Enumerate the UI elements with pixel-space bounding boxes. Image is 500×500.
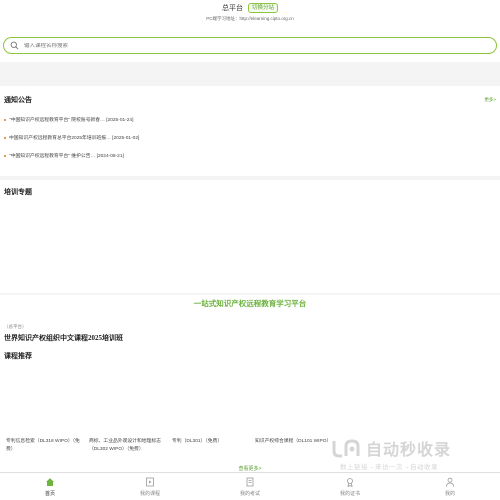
notice-text: "中国知识产权远程教育平台" 院校账号新春… [2025-01-24] [9,118,134,123]
course-name: 知识产权综合课程（DL101 WIPO） [255,439,332,444]
search-bar[interactable] [3,37,497,54]
bullet-icon [4,136,6,139]
course-card[interactable]: 专利（DL301）（免费） [172,438,252,446]
watermark: 自动秒收录 数上链接→来访一次→自动收录 [330,436,500,476]
search-icon [10,41,19,50]
bullet-icon [4,154,6,157]
training-title: 培训专题 [4,188,32,196]
notice-item[interactable]: 中国知识产权远程教育总平台2025年培训班报… [2025-01-02] [4,134,139,141]
recommend-title: 课程推荐 [4,352,32,360]
course-card[interactable]: 专利信息检索（DL318 WIPO）（免费） [6,438,86,454]
course-name: 专利信息检索（DL318 WIPO）（免费） [6,439,80,452]
video-icon [146,477,154,487]
course-name: 专利（DL301）（免费） [172,439,223,444]
notice-title: 通知公告 [4,96,32,104]
training-section: 培训专题 [0,180,500,293]
tab-label: 我的考试 [239,491,260,497]
search-input[interactable] [24,42,424,49]
bottom-tabbar: 首页 我的课程 我的考试 我的证书 我的 [0,472,500,500]
user-icon [446,477,454,487]
header-title-row: 总平台 切换分站 [0,3,500,13]
pc-url-text: PC端学习地址：http://elearning.cipto.org.cn [206,16,294,21]
watermark-subtext: 数上链接→来访一次→自动收录 [340,464,438,471]
header: 总平台 切换分站 PC端学习地址：http://elearning.cipto.… [0,0,500,30]
featured-course-title[interactable]: 世界知识产权组织中文课程2025培训班 [4,333,123,343]
tab-my-exams[interactable]: 我的考试 [200,473,300,500]
watermark-text: 自动秒收录 [366,442,452,459]
certificate-icon [347,478,353,487]
notice-more-link[interactable]: 更多> [484,97,496,103]
slogan-banner: 一站式知识产权远程教育学习平台 [193,299,307,308]
notice-text: 中国知识产权远程教育总平台2025年培训班报… [2025-01-02] [9,136,140,141]
course-card[interactable]: 商标、工业品外观设计和地理标志（DL302 WIPO）（免费） [89,438,169,454]
tab-label: 我的 [444,491,455,497]
notice-item[interactable]: "中国知识产权远程教育平台" 维护公告… [2024-08-21] [4,152,124,159]
notice-section: 通知公告 更多> "中国知识产权远程教育平台" 院校账号新春… [2025-01… [0,88,500,176]
divider-band [0,293,500,295]
exam-icon [246,477,254,487]
tab-label: 首页 [44,491,55,497]
switch-site-button[interactable]: 切换分站 [247,3,278,13]
bullet-icon [4,118,6,121]
divider-band [0,62,500,86]
tab-label: 我的证书 [339,491,360,497]
home-icon [46,478,54,486]
featured-tag: （总平台） [4,324,27,329]
watermark-logo-icon [332,439,360,458]
tab-my-courses[interactable]: 我的课程 [100,473,200,500]
platform-title: 总平台 [221,5,243,12]
tab-label: 我的课程 [139,491,160,497]
tab-profile[interactable]: 我的 [400,473,500,500]
tab-my-certificates[interactable]: 我的证书 [300,473,400,500]
watermark-main: 自动秒收录 [330,436,451,460]
course-name: 商标、工业品外观设计和地理标志（DL302 WIPO）（免费） [89,439,161,452]
course-card[interactable]: 知识产权综合课程（DL101 WIPO） [255,438,335,446]
notice-text: "中国知识产权远程教育平台" 维护公告… [2024-08-21] [9,154,124,159]
notice-item[interactable]: "中国知识产权远程教育平台" 院校账号新春… [2025-01-24] [4,116,133,123]
tab-home[interactable]: 首页 [0,473,100,500]
